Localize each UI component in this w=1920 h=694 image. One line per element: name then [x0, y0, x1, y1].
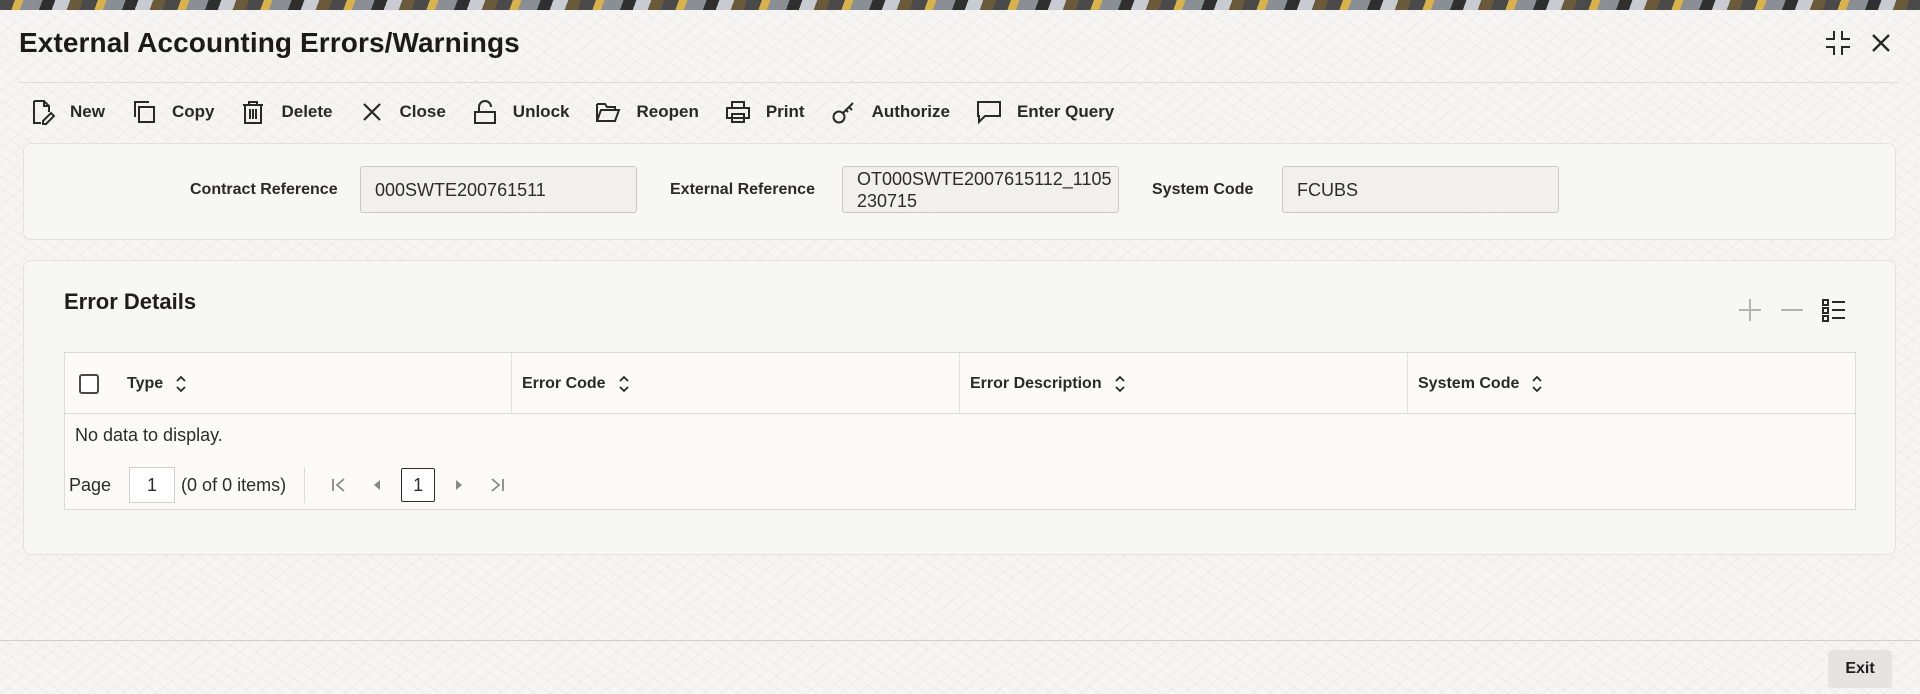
sort-icon [618, 375, 629, 392]
add-row-button[interactable] [1734, 294, 1766, 326]
current-page-number: 1 [413, 474, 424, 495]
column-error-code-label: Error Code [522, 374, 606, 392]
column-header-error-code[interactable]: Error Code [511, 353, 959, 414]
previous-page-icon [374, 480, 381, 490]
error-details-table: Type Error Code Error Description System… [64, 352, 1856, 510]
new-label: New [70, 102, 105, 121]
column-header-error-description[interactable]: Error Description [959, 353, 1407, 414]
page-input[interactable]: 1 [129, 467, 176, 503]
enter-query-label: Enter Query [1016, 102, 1115, 121]
first-page-button[interactable] [323, 467, 355, 503]
last-page-button[interactable] [481, 467, 513, 503]
system-code-label: System Code [1152, 181, 1254, 198]
single-view-button[interactable] [1818, 294, 1850, 326]
page-title: External Accounting Errors/Warnings [19, 27, 520, 58]
close-icon [1872, 34, 1890, 52]
unlock-label: Unlock [512, 102, 570, 121]
system-code-field[interactable]: FCUBS [1282, 166, 1559, 213]
new-button[interactable]: New [28, 94, 105, 130]
minimize-button[interactable] [1823, 28, 1853, 58]
page-label: Page [69, 474, 112, 495]
reopen-button[interactable]: Reopen [594, 94, 699, 130]
error-details-title: Error Details [64, 289, 197, 314]
delete-button[interactable]: Delete [239, 94, 333, 130]
new-document-icon [28, 98, 56, 126]
reopen-label: Reopen [636, 102, 699, 121]
print-button[interactable]: Print [724, 94, 805, 130]
authorize-button[interactable]: Authorize [830, 94, 950, 130]
sort-icon [1114, 375, 1125, 392]
list-view-icon [1822, 299, 1845, 322]
column-error-description-label: Error Description [970, 374, 1102, 392]
close-window-button[interactable] [1866, 28, 1896, 58]
last-page-icon [491, 478, 504, 492]
unlock-icon [471, 98, 499, 126]
previous-page-button[interactable] [361, 467, 393, 503]
next-page-icon [456, 480, 463, 490]
next-page-button[interactable] [443, 467, 475, 503]
first-page-icon [332, 478, 345, 492]
title-divider [19, 82, 1899, 83]
close-x-icon [358, 98, 386, 126]
column-header-type[interactable]: Type [117, 353, 511, 414]
pager-divider [304, 467, 306, 503]
exit-button[interactable]: Exit [1828, 650, 1892, 688]
column-type-label: Type [127, 374, 164, 392]
folder-open-icon [594, 98, 622, 126]
select-all-checkbox[interactable] [79, 374, 99, 394]
system-code-value: FCUBS [1297, 179, 1359, 200]
copy-icon [130, 98, 158, 126]
collapse-icon [1826, 31, 1850, 55]
empty-message: No data to display. [75, 425, 223, 445]
external-reference-label: External Reference [670, 181, 815, 198]
contract-reference-label: Contract Reference [190, 181, 338, 198]
remove-row-button[interactable] [1776, 294, 1808, 326]
footer-divider [0, 640, 1920, 641]
copy-label: Copy [171, 102, 215, 121]
column-system-code-label: System Code [1418, 374, 1520, 392]
minus-icon [1781, 309, 1803, 311]
pager: Page 1 (0 of 0 items) 1 [69, 467, 519, 503]
contract-reference-field[interactable]: 000SWTE200761511 [360, 166, 637, 213]
print-icon [724, 98, 752, 126]
print-label: Print [765, 102, 805, 121]
table-header: Type Error Code Error Description System… [65, 353, 1855, 414]
close-label: Close [399, 102, 446, 121]
contract-reference-value: 000SWTE200761511 [375, 179, 546, 200]
sort-icon [176, 375, 186, 392]
plus-icon [1739, 299, 1761, 321]
sort-icon [1532, 375, 1543, 392]
banner-strip [0, 0, 1920, 10]
copy-button[interactable]: Copy [130, 94, 215, 130]
page-input-value: 1 [147, 474, 158, 495]
delete-label: Delete [281, 102, 333, 121]
unlock-button[interactable]: Unlock [471, 94, 570, 130]
chat-icon [975, 98, 1003, 126]
column-header-system-code[interactable]: System Code [1407, 353, 1855, 414]
close-button[interactable]: Close [358, 94, 446, 130]
external-reference-line2: 230715 [857, 190, 918, 211]
toolbar: New Copy Delete Close Unlock Reopen Prin… [28, 94, 1139, 130]
authorize-label: Authorize [871, 102, 950, 121]
enter-query-button[interactable]: Enter Query [975, 94, 1114, 130]
external-reference-line1: OT000SWTE2007615112_1105 [857, 168, 1112, 189]
external-reference-field[interactable]: OT000SWTE2007615112_1105 230715 [842, 166, 1119, 213]
key-icon [830, 98, 858, 126]
items-count: (0 of 0 items) [181, 474, 287, 495]
current-page-button[interactable]: 1 [401, 468, 436, 502]
delete-icon [239, 98, 267, 126]
